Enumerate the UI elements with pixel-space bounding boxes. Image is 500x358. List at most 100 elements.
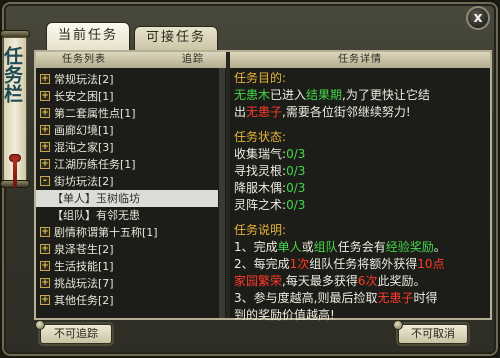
category-label: 生活技能[1] (54, 260, 114, 273)
tab-current-quests[interactable]: 当前任务 (46, 22, 130, 50)
text: 1、完成 (234, 240, 278, 254)
quest-item-selected[interactable]: 【单人】玉树临坊 (36, 190, 218, 207)
text: 出 (234, 105, 247, 119)
quest-name: 玉树临坊 (96, 192, 140, 205)
text: ,为了更快让它结 (342, 88, 430, 102)
text: 。 (433, 240, 446, 254)
expand-icon[interactable]: + (40, 244, 50, 254)
category-label: 长安之困[1] (54, 90, 114, 103)
cancel-quest-button-label: 不可取消 (411, 327, 455, 340)
status-row: 收集瑞气:0/3 (234, 147, 306, 161)
status-row: 寻找灵根:0/3 (234, 164, 306, 178)
status-row: 灵阵之术:0/3 (234, 198, 306, 212)
status-name: 灵阵之术 (234, 198, 283, 212)
category-label: 剧情称谓第十五称[1] (54, 226, 158, 239)
description-line-1: 1、完成单人或组队任务会有经验奖励。 (234, 239, 486, 256)
category-label: 混沌之家[3] (54, 141, 114, 154)
text: 时得 (413, 291, 438, 305)
tassel-icon (13, 158, 17, 188)
description-line-4: 3、参与度越高,则最后捡取无患子时得 (234, 290, 486, 307)
quest-item-text: 【组队】有邻无患 (52, 207, 140, 224)
expand-icon[interactable]: + (40, 91, 50, 101)
untrack-button[interactable]: 不可追踪 (35, 320, 112, 344)
description-line-2: 2、每完成1次组队任务将额外获得10点 (234, 256, 486, 273)
list-item[interactable]: + 挑战玩法[7] (36, 275, 218, 292)
untrack-button-label: 不可追踪 (54, 327, 98, 340)
highlight-text: 无患子 (246, 105, 283, 119)
knob-icon (393, 320, 403, 330)
quest-list-header: 任务列表 追踪 (36, 52, 226, 68)
list-item[interactable]: + 江湖历练任务[1] (36, 156, 218, 173)
list-item[interactable]: + 常规玩法[2] (36, 71, 218, 88)
goal-line-1: 无患木已进入结果期,为了更快让它结 (234, 87, 486, 104)
highlight-text: 6次 (357, 274, 378, 288)
text: 2、每完成 (234, 257, 290, 271)
status-name: 寻找灵根 (234, 164, 283, 178)
text: 已进入 (270, 88, 307, 102)
window-title: 任务栏 (1, 46, 23, 103)
expand-icon[interactable]: + (40, 159, 50, 169)
quest-item[interactable]: 【组队】有邻无患 (36, 207, 218, 224)
expand-icon[interactable]: + (40, 142, 50, 152)
category-label: 其他任务[2] (54, 294, 114, 307)
list-item[interactable]: + 第二套属性点[1] (36, 105, 218, 122)
collapse-icon[interactable]: - (40, 176, 50, 186)
list-item[interactable]: + 剧情称谓第十五称[1] (36, 224, 218, 241)
status-name: 降服木偶 (234, 181, 283, 195)
category-label: 第二套属性点[1] (54, 107, 136, 120)
highlight-text: 单人 (277, 240, 302, 254)
status-heading: 任务状态: (234, 130, 287, 144)
text: ,需要各位街邻继续努力! (282, 105, 411, 119)
track-column-title: 追踪 (182, 54, 204, 65)
description-heading: 任务说明: (234, 223, 287, 237)
highlight-text: 家园繁荣 (234, 274, 283, 288)
text: 任务会有 (337, 240, 386, 254)
quest-detail-body: 任务目的: 无患木已进入结果期,为了更快让它结 出无患子,需要各位街邻继续努力!… (230, 68, 490, 322)
category-label: 挑战玩法[7] (54, 277, 114, 290)
highlight-text: 10点 (417, 257, 445, 271)
text: ,每天最多获得 (282, 274, 358, 288)
expand-icon[interactable]: + (40, 125, 50, 135)
quest-type-tag: 【单人】 (52, 192, 96, 205)
highlight-text: 无患子 (377, 291, 414, 305)
list-item[interactable]: + 长安之困[1] (36, 88, 218, 105)
description-line-3: 家园繁荣,每天最多获得6次此奖励。 (234, 273, 486, 290)
category-label: 江湖历练任务[1] (54, 158, 136, 171)
status-value: 0/3 (286, 198, 306, 212)
quest-detail-panel: 任务详情 任务目的: 无患木已进入结果期,为了更快让它结 出无患子,需要各位街邻… (230, 52, 490, 322)
list-item[interactable]: + 生活技能[1] (36, 258, 218, 275)
list-item[interactable]: - 街坊玩法[2] (36, 173, 218, 190)
expand-icon[interactable]: + (40, 278, 50, 288)
highlight-text: 1次 (289, 257, 310, 271)
expand-icon[interactable]: + (40, 261, 50, 271)
status-value: 0/3 (286, 164, 306, 178)
cancel-quest-button[interactable]: 不可取消 (393, 320, 468, 344)
tab-available-quests[interactable]: 可接任务 (134, 26, 218, 50)
status-value: 0/3 (286, 147, 306, 161)
category-label: 街坊玩法[2] (54, 175, 114, 188)
highlight-text: 结果期 (306, 88, 343, 102)
quest-list: + 常规玩法[2] + 长安之困[1] + 第二套属性点[1] + 画廊幻境[1… (36, 68, 218, 318)
list-item[interactable]: + 其他任务[2] (36, 292, 218, 309)
highlight-text: 组队 (313, 240, 338, 254)
text: 或 (301, 240, 314, 254)
list-item[interactable]: + 泉泽苍生[2] (36, 241, 218, 258)
status-row: 降服木偶:0/3 (234, 181, 306, 195)
text: 3、参与度越高,则最后捡取 (234, 291, 378, 305)
quest-type-tag: 【组队】 (52, 209, 96, 222)
list-item[interactable]: + 混沌之家[3] (36, 139, 218, 156)
expand-icon[interactable]: + (40, 227, 50, 237)
list-item[interactable]: + 画廊幻境[1] (36, 122, 218, 139)
expand-icon[interactable]: + (40, 108, 50, 118)
category-label: 泉泽苍生[2] (54, 243, 114, 256)
description-line-5: 到的奖励价值越高! (234, 308, 335, 322)
expand-icon[interactable]: + (40, 295, 50, 305)
category-label: 常规玩法[2] (54, 73, 114, 86)
text: 此奖励。 (377, 274, 426, 288)
knob-icon (35, 320, 45, 330)
expand-icon[interactable]: + (40, 74, 50, 84)
close-button[interactable]: x (466, 6, 490, 30)
highlight-text: 无患木 (234, 88, 271, 102)
quest-item-text: 【单人】玉树临坊 (52, 190, 140, 207)
list-scrollbar[interactable] (219, 68, 225, 318)
